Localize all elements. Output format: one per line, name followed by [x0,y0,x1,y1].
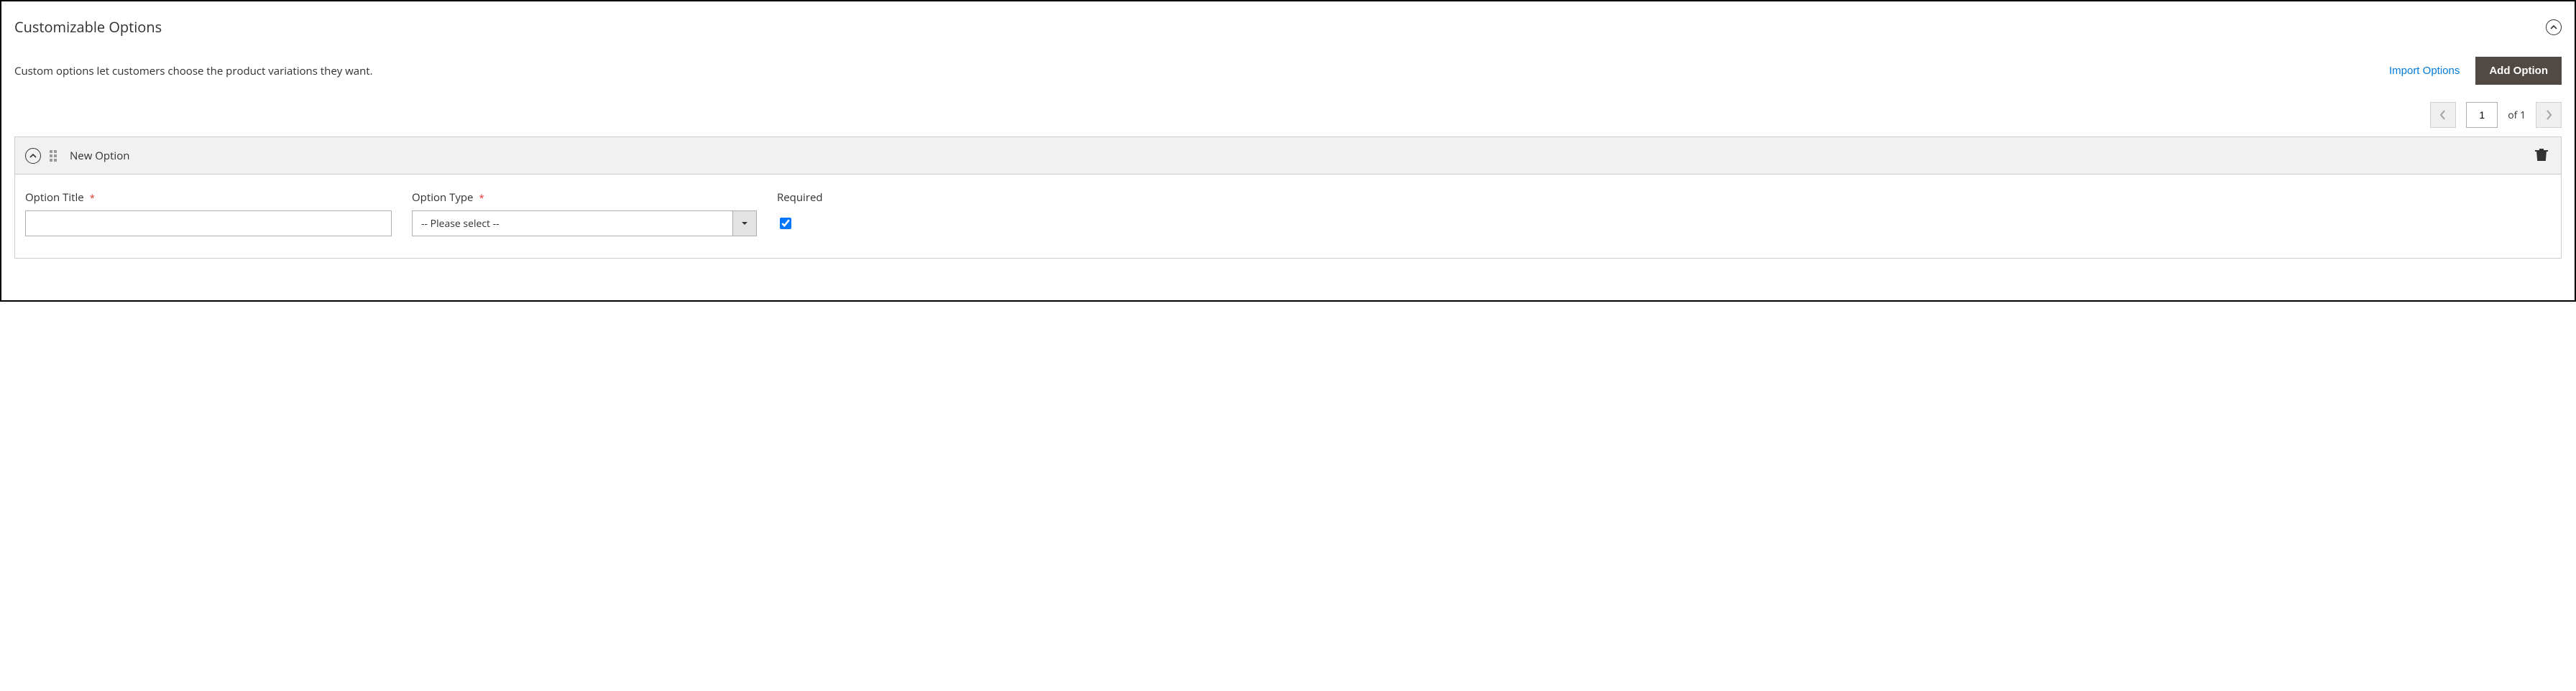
section-title: Customizable Options [14,17,162,37]
top-row: Custom options let customers choose the … [14,50,2562,98]
option-required-field: Required [777,190,823,236]
section-description: Custom options let customers choose the … [14,64,373,78]
option-title-field: Option Title * [25,190,392,236]
option-type-field: Option Type * -- Please select -- [412,190,757,236]
option-collapse-toggle[interactable] [25,148,41,164]
import-options-link[interactable]: Import Options [2389,65,2460,77]
option-block: New Option Option Title * Option Type * [14,136,2562,259]
actions-right: Import Options Add Option [2389,57,2562,85]
option-type-label: Option Type * [412,190,757,205]
chevron-up-icon [2550,24,2557,31]
page-next-button[interactable] [2536,102,2562,128]
page-number-input[interactable] [2466,102,2498,128]
pagination: of 1 [14,98,2562,136]
section-collapse-toggle[interactable] [2546,19,2562,35]
label-text: Required [777,190,823,205]
option-body: Option Title * Option Type * -- Please s… [15,175,2561,258]
caret-down-icon [741,220,748,227]
option-required-checkbox[interactable] [780,218,791,229]
option-name: New Option [70,149,129,163]
section-header: Customizable Options [14,1,2562,50]
label-text: Option Title [25,190,84,205]
required-star-icon: * [479,191,484,204]
delete-option-button[interactable] [2532,144,2551,167]
option-type-select[interactable]: -- Please select -- [412,210,757,236]
customizable-options-panel: Customizable Options Custom options let … [0,0,2576,302]
drag-handle-icon[interactable] [50,150,58,162]
page-prev-button[interactable] [2430,102,2456,128]
chevron-up-icon [29,152,37,159]
add-option-button[interactable]: Add Option [2475,57,2562,85]
option-title-input[interactable] [25,210,392,236]
option-title-label: Option Title * [25,190,392,205]
option-head: New Option [15,137,2561,175]
required-star-icon: * [90,191,95,204]
label-text: Option Type [412,190,473,205]
trash-icon [2535,147,2548,162]
option-required-label: Required [777,190,823,205]
page-of-label: of 1 [2508,108,2526,122]
chevron-right-icon [2545,110,2552,120]
option-type-dropdown-button[interactable] [732,210,757,236]
option-type-selected: -- Please select -- [412,210,732,236]
chevron-left-icon [2439,110,2447,120]
